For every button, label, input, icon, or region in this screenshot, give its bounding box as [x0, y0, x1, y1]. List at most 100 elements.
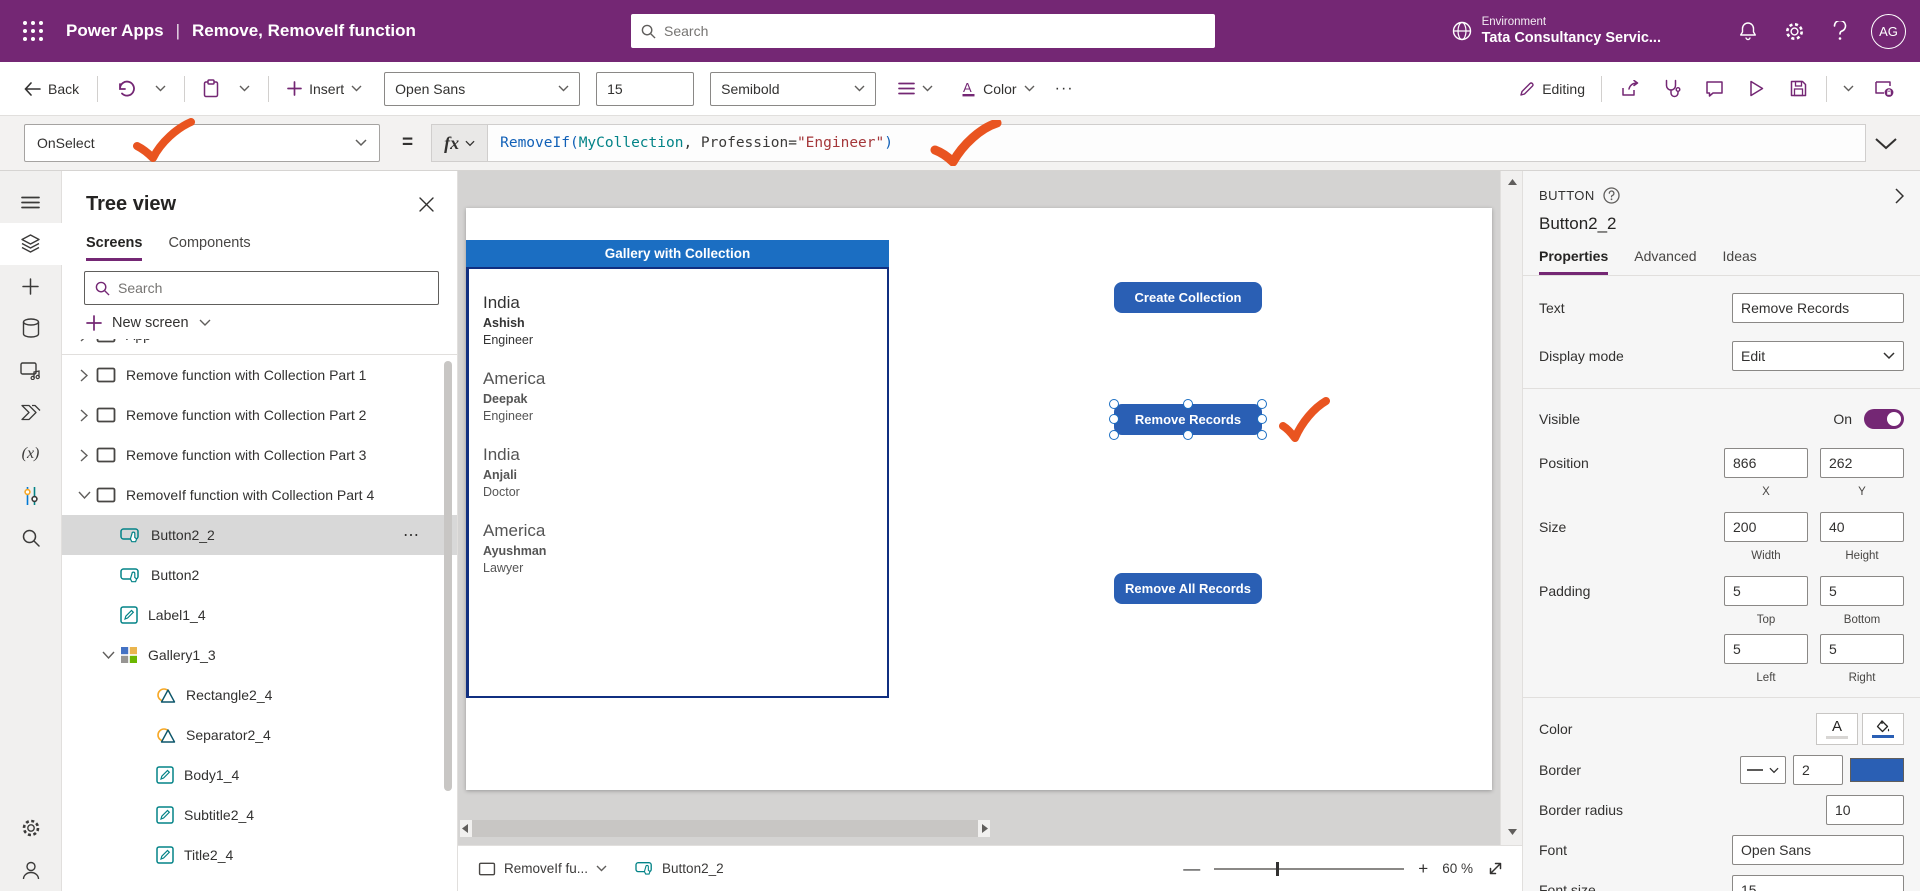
text-align-button[interactable] — [890, 76, 941, 101]
save-menu-chevron[interactable] — [1835, 79, 1862, 98]
chevron-down-icon[interactable] — [98, 651, 118, 659]
share-icon[interactable] — [1610, 71, 1650, 107]
tree-item-button2[interactable]: Button2 — [62, 555, 457, 595]
app-artboard[interactable]: Gallery with Collection India Ashish Eng… — [466, 208, 1492, 790]
font-color-swatch-button[interactable]: A — [1816, 713, 1858, 745]
zoom-slider[interactable] — [1214, 861, 1405, 877]
remove-records-button[interactable]: Remove Records — [1109, 397, 1330, 442]
scroll-up-icon[interactable] — [1501, 177, 1523, 186]
new-screen-button[interactable]: New screen — [62, 305, 457, 339]
padding-left-input[interactable] — [1724, 634, 1808, 664]
rail-menu-icon[interactable] — [0, 181, 62, 223]
chevron-right-icon[interactable] — [74, 368, 94, 382]
play-preview-icon[interactable] — [1736, 71, 1776, 107]
canvas-workspace[interactable]: Gallery with Collection India Ashish Eng… — [458, 171, 1500, 845]
remove-all-records-button[interactable]: Remove All Records — [1114, 573, 1262, 604]
tree-item-body1-4[interactable]: Body1_4 — [62, 755, 457, 795]
selection-handle[interactable] — [1183, 399, 1193, 409]
help-icon[interactable] — [1817, 8, 1863, 54]
tree-item-title2-4[interactable]: Title2_4 — [62, 835, 457, 875]
fit-to-window-icon[interactable] — [1487, 860, 1504, 877]
zoom-out-button[interactable]: — — [1183, 859, 1200, 879]
rail-search-icon[interactable] — [0, 517, 62, 559]
size-height-input[interactable] — [1820, 512, 1904, 542]
more-options-icon[interactable]: ⋯ — [403, 525, 421, 545]
border-thickness-input[interactable] — [1793, 755, 1843, 785]
zoom-slider-thumb[interactable] — [1276, 861, 1280, 876]
avatar[interactable]: AG — [1871, 13, 1906, 49]
gallery-body[interactable]: India Ashish Engineer America Deepak Eng… — [466, 267, 889, 698]
rail-settings-gear-icon[interactable] — [0, 807, 62, 849]
global-search-input[interactable] — [664, 23, 1205, 39]
tree-screen-row-3[interactable]: Remove function with Collection Part 3 — [62, 435, 457, 475]
property-selector[interactable]: OnSelect — [24, 118, 380, 162]
comments-icon[interactable] — [1694, 71, 1734, 107]
paste-menu-chevron[interactable] — [231, 79, 258, 98]
font-size-input[interactable] — [596, 71, 695, 106]
position-y-input[interactable] — [1820, 448, 1904, 478]
gallery-item[interactable]: India Ashish Engineer — [483, 293, 887, 347]
padding-right-input[interactable] — [1820, 634, 1904, 664]
gallery-item[interactable]: India Anjali Doctor — [483, 445, 887, 499]
panel-expand-chevron-icon[interactable] — [1895, 187, 1904, 204]
scroll-down-icon[interactable] — [1501, 828, 1523, 837]
tab-properties[interactable]: Properties — [1539, 248, 1609, 275]
text-property-input[interactable] — [1732, 293, 1904, 323]
canvas-horizontal-scrollbar[interactable] — [460, 820, 990, 837]
selection-handle[interactable] — [1257, 399, 1267, 409]
tree-search-input[interactable] — [118, 280, 428, 296]
tree-item-label1-4[interactable]: Label1_4 — [62, 595, 457, 635]
undo-button[interactable] — [108, 74, 143, 104]
help-circle-icon[interactable] — [1602, 187, 1620, 204]
visible-toggle[interactable] — [1864, 409, 1904, 429]
font-property-input[interactable] — [1732, 835, 1904, 865]
position-x-input[interactable] — [1724, 448, 1808, 478]
tree-scrollbar[interactable] — [444, 361, 452, 791]
fx-dropdown[interactable]: fx — [431, 124, 488, 162]
tab-advanced[interactable]: Advanced — [1634, 248, 1696, 275]
screen-selector-dropdown[interactable]: RemoveIf fu... — [468, 855, 617, 882]
border-radius-input[interactable] — [1826, 795, 1904, 825]
color-button[interactable]: A Color — [953, 74, 1042, 103]
gallery-control[interactable]: Gallery with Collection India Ashish Eng… — [466, 240, 889, 698]
undo-menu-chevron[interactable] — [147, 79, 174, 98]
gallery-item[interactable]: America Ayushman Lawyer — [483, 521, 887, 575]
tree-item-separator2-4[interactable]: Separator2_4 — [62, 715, 457, 755]
scroll-right-icon[interactable] — [981, 823, 990, 834]
border-color-swatch[interactable] — [1850, 758, 1904, 782]
chevron-down-icon[interactable] — [74, 491, 94, 499]
font-size-property-input[interactable] — [1732, 875, 1904, 891]
size-width-input[interactable] — [1724, 512, 1808, 542]
tree-item-rectangle2-4[interactable]: Rectangle2_4 — [62, 675, 457, 715]
tree-item-subtitle2-4[interactable]: Subtitle2_4 — [62, 795, 457, 835]
rail-author-profile-icon[interactable] — [0, 849, 62, 891]
app-checker-icon[interactable] — [1652, 71, 1692, 107]
display-mode-select[interactable]: Edit — [1732, 341, 1904, 371]
rail-power-automate-icon[interactable] — [0, 391, 62, 433]
tree-screen-row-1[interactable]: Remove function with Collection Part 1 — [62, 355, 457, 395]
paste-button[interactable] — [195, 73, 227, 104]
global-search[interactable] — [631, 14, 1215, 48]
formula-bar-expand-chevron[interactable] — [1866, 137, 1906, 150]
font-family-select[interactable]: Open Sans — [384, 71, 581, 106]
fill-color-swatch-button[interactable] — [1862, 713, 1904, 745]
close-icon[interactable] — [411, 189, 441, 219]
toolbar-overflow-button[interactable]: ··· — [1047, 74, 1082, 104]
chevron-right-icon[interactable] — [74, 408, 94, 422]
notifications-bell-icon[interactable] — [1725, 8, 1771, 54]
selected-control-indicator[interactable]: Button2_2 — [625, 854, 734, 883]
tree-item-button2-2[interactable]: Button2_2 ⋯ — [62, 515, 457, 555]
zoom-in-button[interactable]: + — [1418, 859, 1428, 879]
rail-media-icon[interactable] — [0, 349, 62, 391]
tree-screen-row-2[interactable]: Remove function with Collection Part 2 — [62, 395, 457, 435]
insert-button[interactable]: Insert — [279, 75, 370, 103]
canvas-vertical-scrollbar[interactable] — [1500, 171, 1522, 845]
padding-top-input[interactable] — [1724, 576, 1808, 606]
tree-screen-row-4[interactable]: RemoveIf function with Collection Part 4 — [62, 475, 457, 515]
save-icon[interactable] — [1778, 71, 1818, 107]
tab-components[interactable]: Components — [168, 235, 250, 261]
selection-handle[interactable] — [1109, 399, 1119, 409]
tree-item-gallery1-3[interactable]: Gallery1_3 — [62, 635, 457, 675]
environment-selector[interactable]: Environment Tata Consultancy Servic... — [1451, 15, 1661, 48]
clipped-app-row[interactable]: App — [62, 339, 457, 355]
